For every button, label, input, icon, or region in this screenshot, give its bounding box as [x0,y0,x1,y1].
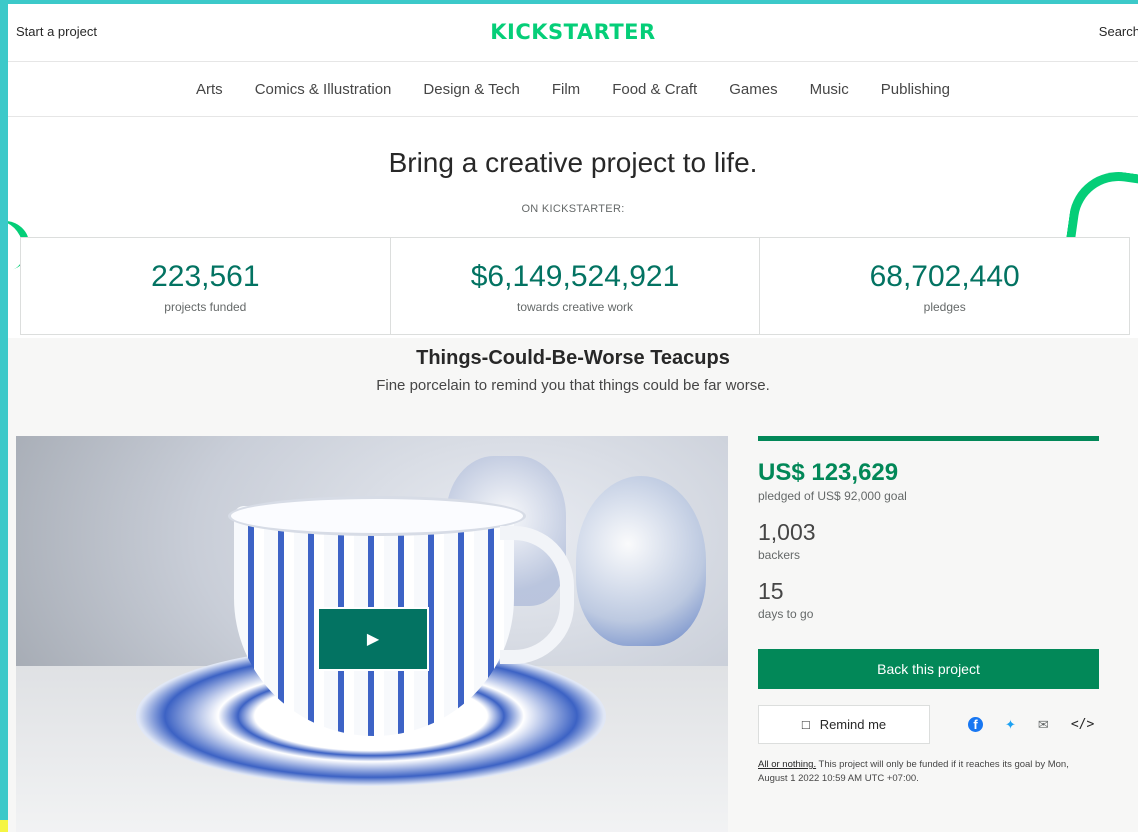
share-icons: f ✦ ✉ </> [968,717,1094,733]
hero-section: Bring a creative project to life. ON KIC… [8,117,1138,339]
project-stats-sidebar: US$ 123,629 pledged of US$ 92,000 goal 1… [758,436,1099,787]
category-music[interactable]: Music [810,81,849,98]
remind-me-label: Remind me [819,717,887,732]
featured-project: Things-Could-Be-Worse Teacups Fine porce… [8,338,1138,832]
category-arts[interactable]: Arts [196,81,223,98]
pledged-amount: US$ 123,629 [758,459,899,486]
project-blurb: Fine porcelain to remind you that things… [376,377,770,394]
hero-tagline: Bring a creative project to life. [388,147,758,178]
play-icon: ▶ [366,631,380,648]
stats-panel: 223,561 projects funded $6,149,524,921 t… [20,237,1130,335]
kickstarter-logo[interactable]: KICKSTARTER [8,20,1138,44]
project-title[interactable]: Things-Could-Be-Worse Teacups [8,347,1138,370]
backers-count: 1,003 [758,519,816,545]
stat-value: $6,149,524,921 [470,260,680,293]
backers-label: backers [758,548,801,562]
stat-projects-funded: 223,561 projects funded [21,238,391,334]
email-icon[interactable]: ✉ [1038,717,1049,733]
days-label: days to go [758,607,814,621]
embed-icon[interactable]: </> [1071,717,1094,732]
action-row: □ Remind me f ✦ ✉ </> [758,705,1099,744]
stat-creative-work: $6,149,524,921 towards creative work [391,238,761,334]
funding-progress-fill [758,436,1099,441]
category-nav: Arts Comics & Illustration Design & Tech… [8,62,1138,117]
stat-label: projects funded [164,300,247,314]
play-button[interactable]: ▶ [317,607,429,671]
all-or-nothing-link[interactable]: All or nothing. [758,759,816,770]
stat-label: pledges [923,300,966,314]
pledged-goal: pledged of US$ 92,000 goal [758,489,907,503]
sugar-bowl-image [576,476,706,646]
search-link[interactable]: Search [1099,24,1138,39]
category-design-tech[interactable]: Design & Tech [423,81,519,98]
page-frame: Start a project KICKSTARTER Search Arts … [8,4,1138,832]
category-comics-illustration[interactable]: Comics & Illustration [255,81,392,98]
stat-value: 223,561 [151,260,260,293]
bookmark-icon: □ [801,717,810,732]
category-publishing[interactable]: Publishing [881,81,950,98]
twitter-icon[interactable]: ✦ [1005,717,1016,733]
stat-pledges: 68,702,440 pledges [760,238,1129,334]
on-kickstarter-label: ON KICKSTARTER: [521,203,625,215]
stat-label: towards creative work [516,300,634,314]
remind-me-button[interactable]: □ Remind me [758,705,930,744]
edge-decoration [0,820,8,832]
funding-progress-bar [758,436,1099,441]
category-games[interactable]: Games [729,81,777,98]
all-or-nothing-notice: All or nothing. This project will only b… [758,758,1099,787]
top-bar: Start a project KICKSTARTER Search [8,4,1138,62]
back-project-button[interactable]: Back this project [758,649,1099,689]
project-video[interactable]: ▶ [16,436,728,832]
category-food-craft[interactable]: Food & Craft [612,81,697,98]
facebook-icon[interactable]: f [968,717,983,732]
stat-value: 68,702,440 [869,260,1020,293]
teacup-rim [228,496,526,536]
days-count: 15 [758,578,784,604]
category-film[interactable]: Film [552,81,580,98]
